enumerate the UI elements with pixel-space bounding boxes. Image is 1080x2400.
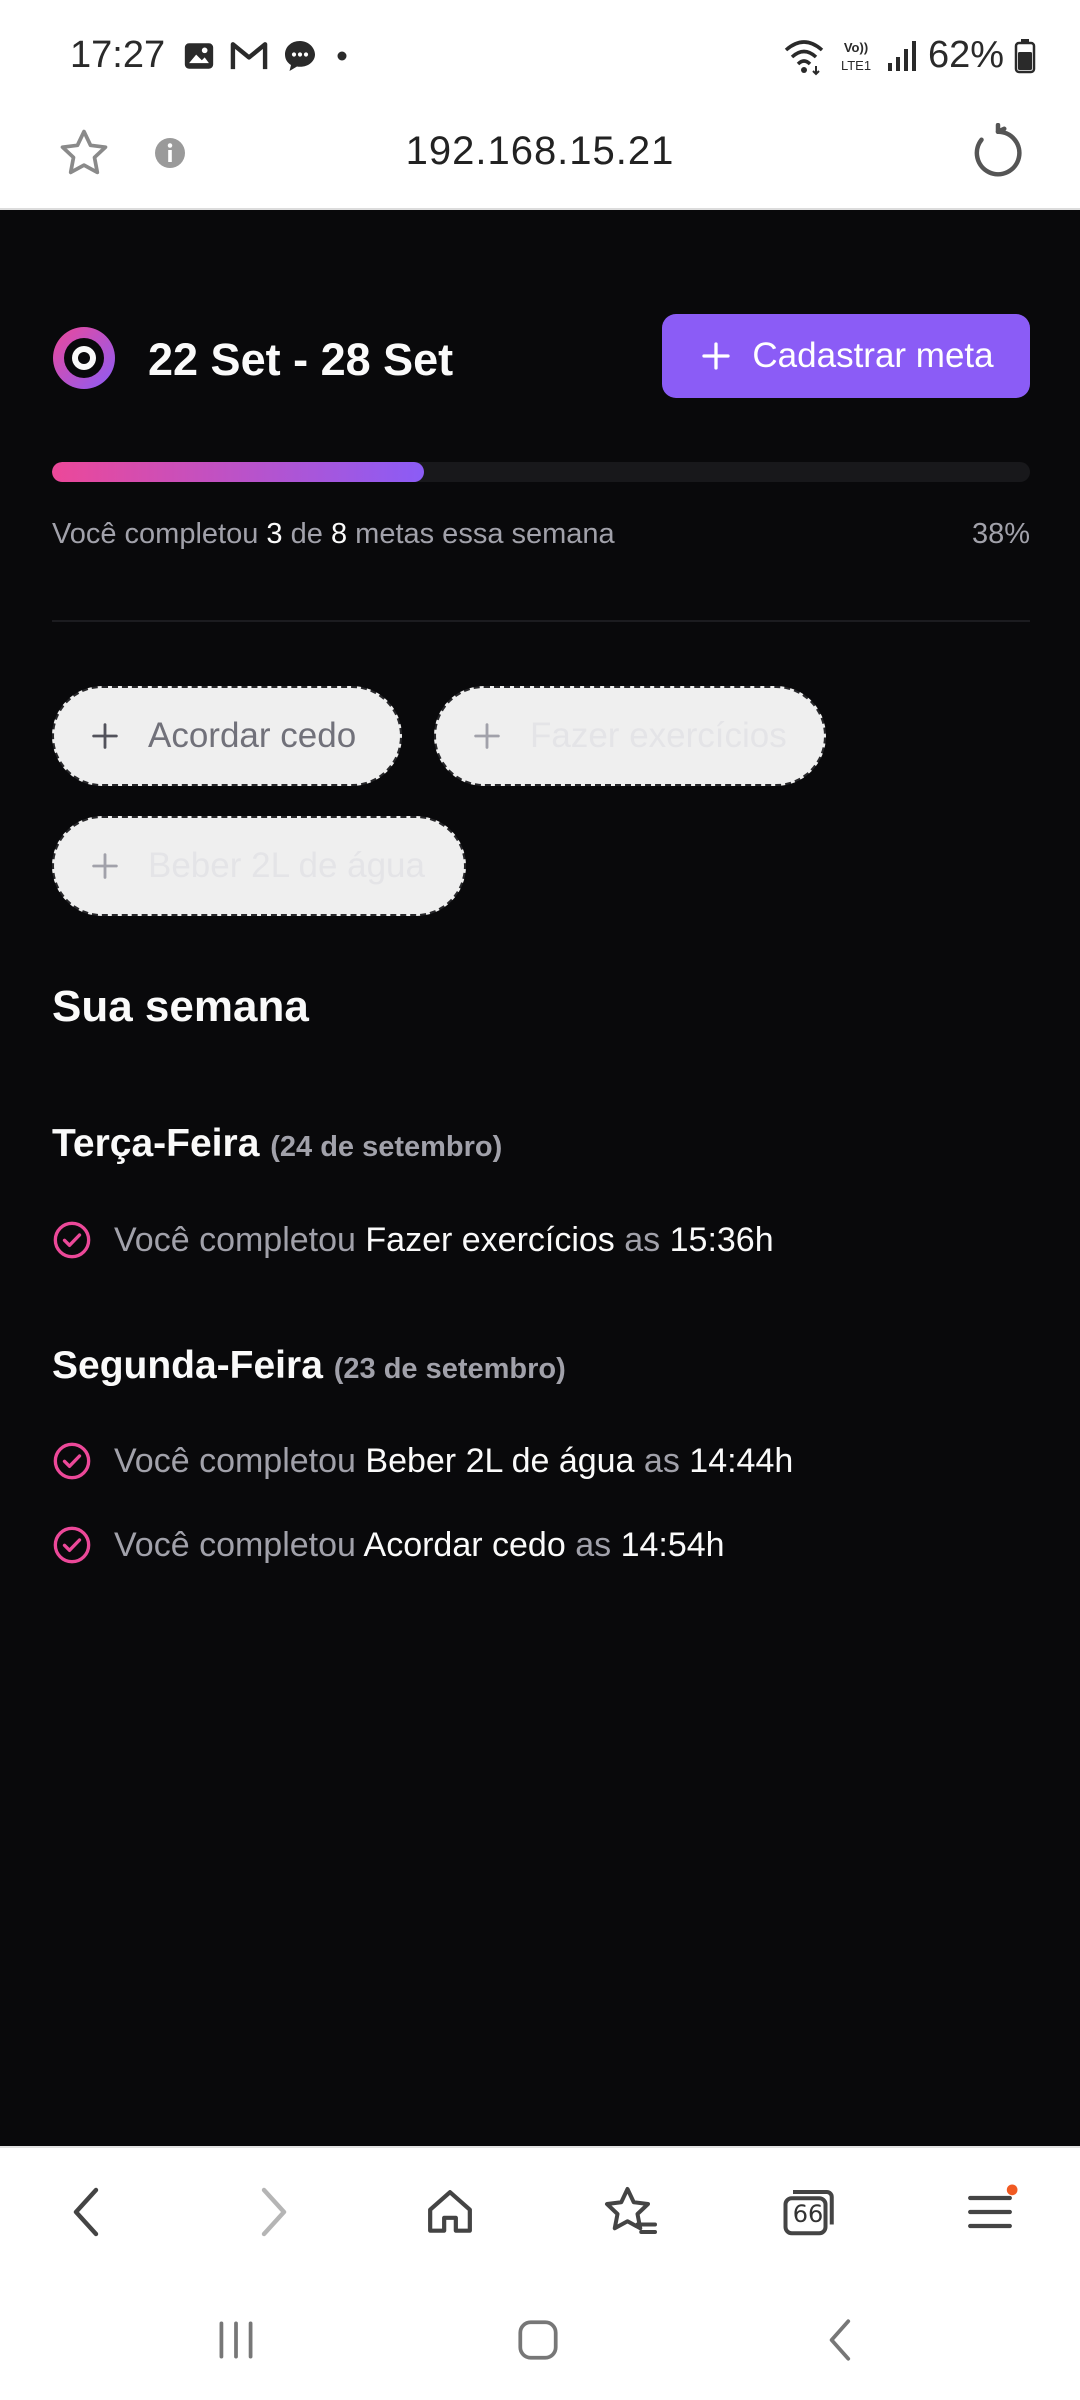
- goal-chip-beber-agua[interactable]: Beber 2L de água: [52, 816, 466, 916]
- goal-chip-label: Fazer exercícios: [530, 716, 787, 755]
- back-icon[interactable]: [56, 2180, 120, 2244]
- status-time: 17:27: [70, 34, 166, 76]
- menu-icon[interactable]: [958, 2180, 1022, 2244]
- volte-icon: Vo)) LTE1: [841, 40, 871, 73]
- svg-text:LTE1: LTE1: [841, 58, 871, 73]
- entry-goal: Acordar cedo: [363, 1525, 566, 1564]
- completion-entry: Você completou Acordar cedo as 14:54h: [52, 1525, 725, 1565]
- home-icon[interactable]: [418, 2180, 482, 2244]
- battery-percent: 62%: [927, 34, 1004, 76]
- plus-icon: [702, 342, 731, 370]
- entry-joiner: as: [624, 1220, 661, 1259]
- wifi-icon: [784, 39, 824, 75]
- entry-time: 15:36h: [669, 1220, 774, 1259]
- goal-chip-label: Acordar cedo: [148, 716, 357, 755]
- check-circle-icon: [53, 1221, 91, 1259]
- goal-chip-label: Beber 2L de água: [148, 846, 425, 885]
- plus-icon: [92, 723, 118, 749]
- gmail-icon: [230, 42, 268, 70]
- day-date: (23 de setembro): [333, 1353, 566, 1385]
- back-nav-icon[interactable]: [812, 2310, 872, 2370]
- recent-apps-icon[interactable]: [206, 2310, 266, 2370]
- entry-goal: Fazer exercícios: [365, 1220, 615, 1259]
- browser-url-bar: 192.168.15.21: [0, 105, 1080, 210]
- progress-bar: [52, 462, 1030, 482]
- notification-icons: [182, 38, 352, 74]
- system-nav-bar: [0, 2270, 1080, 2400]
- entry-goal: Beber 2L de água: [365, 1441, 635, 1480]
- app-logo-icon: [53, 327, 115, 389]
- tabs-icon[interactable]: 66: [776, 2180, 840, 2244]
- progress-fill: [52, 462, 424, 482]
- progress-completed-count: 3: [266, 518, 283, 550]
- home-nav-icon[interactable]: [508, 2310, 568, 2370]
- check-circle-icon: [53, 1442, 91, 1480]
- gallery-icon: [184, 43, 214, 69]
- week-range-title: 22 Set - 28 Set: [148, 334, 454, 385]
- battery-icon: [1014, 38, 1036, 73]
- entry-time: 14:44h: [689, 1441, 794, 1480]
- entry-prefix: Você completou: [114, 1441, 356, 1480]
- svg-text:Vo)): Vo)): [844, 40, 868, 55]
- signal-icon: [887, 40, 916, 71]
- system-icons: Vo)) LTE1 62%: [782, 34, 1036, 77]
- plus-icon: [92, 853, 118, 879]
- plus-icon: [474, 723, 500, 749]
- add-goal-label: Cadastrar meta: [752, 336, 994, 375]
- progress-middle: de: [290, 518, 323, 550]
- add-goal-button[interactable]: Cadastrar meta: [662, 314, 1030, 398]
- entry-time: 14:54h: [620, 1525, 725, 1564]
- url-address[interactable]: 192.168.15.21: [0, 129, 1080, 174]
- week-header: 22 Set - 28 Set Cadastrar meta: [52, 314, 1030, 400]
- progress-percent: 38%: [971, 518, 1030, 550]
- goal-chip-acordar-cedo[interactable]: Acordar cedo: [52, 686, 402, 786]
- goals-app: 22 Set - 28 Set Cadastrar meta Você comp…: [0, 210, 1080, 2146]
- progress-summary: Você completou 3 de 8 metas essa semana: [52, 518, 615, 551]
- forward-icon[interactable]: [240, 2180, 304, 2244]
- entry-prefix: Você completou: [114, 1525, 356, 1564]
- progress-suffix: metas essa semana: [355, 518, 615, 550]
- day-date: (24 de setembro): [270, 1131, 503, 1163]
- day-heading-segunda: Segunda-Feira (23 de setembro): [52, 1344, 566, 1388]
- more-notifications-dot-icon: [337, 51, 347, 61]
- progress-total-count: 8: [330, 518, 348, 550]
- day-heading-terca: Terça-Feira (24 de setembro): [52, 1122, 502, 1166]
- completion-entry: Você completou Beber 2L de água as 14:44…: [52, 1441, 793, 1481]
- tab-count: 66: [792, 2200, 824, 2228]
- divider: [52, 620, 1030, 622]
- check-circle-icon: [53, 1526, 91, 1564]
- message-icon: [285, 41, 315, 71]
- day-name: Terça-Feira: [52, 1122, 260, 1165]
- progress-prefix: Você completou: [52, 518, 259, 550]
- reload-icon[interactable]: [968, 122, 1028, 188]
- goal-chip-fazer-exercicios[interactable]: Fazer exercícios: [434, 686, 826, 786]
- day-name: Segunda-Feira: [52, 1344, 323, 1387]
- entry-joiner: as: [643, 1441, 680, 1480]
- browser-toolbar: 66: [0, 2146, 1080, 2270]
- bookmarks-icon[interactable]: [598, 2180, 662, 2244]
- completion-entry: Você completou Fazer exercícios as 15:36…: [52, 1220, 774, 1260]
- status-bar: 17:27 Vo)) LTE1 62%: [0, 0, 1080, 105]
- entry-joiner: as: [575, 1525, 612, 1564]
- entry-prefix: Você completou: [114, 1220, 356, 1259]
- section-title-sua-semana: Sua semana: [52, 982, 309, 1031]
